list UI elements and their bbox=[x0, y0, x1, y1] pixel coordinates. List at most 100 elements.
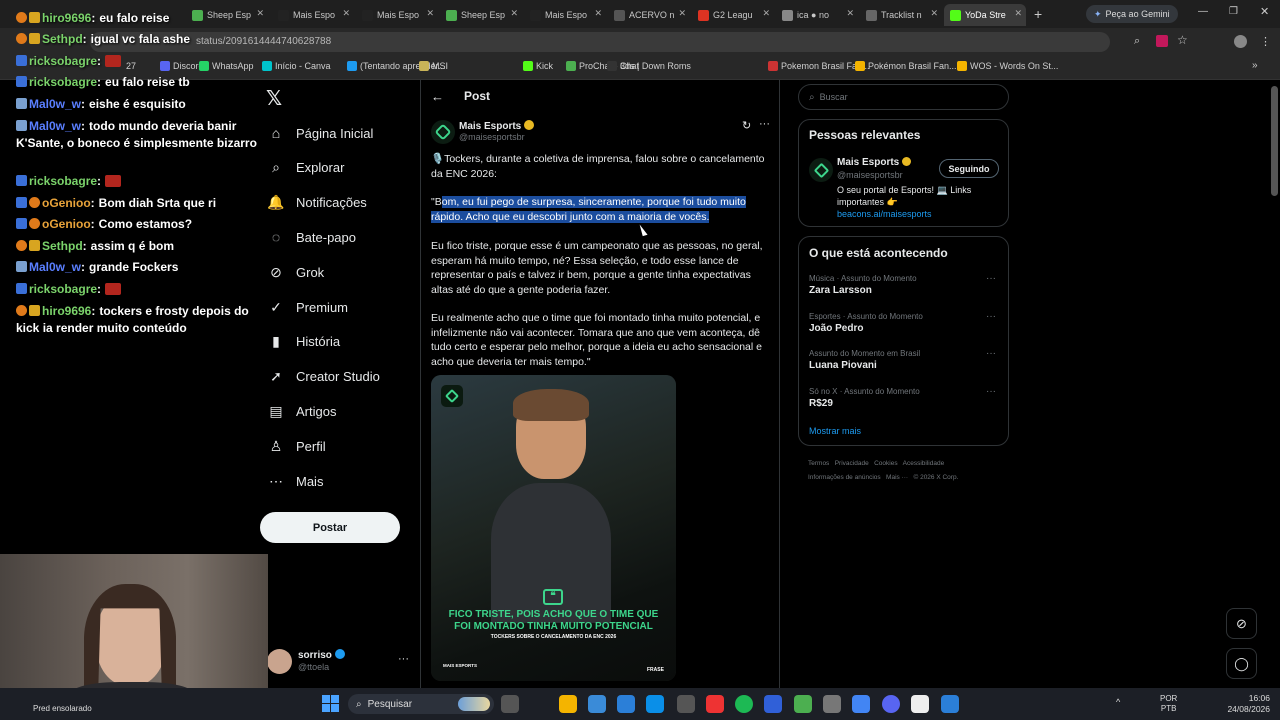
bookmark-star-icon[interactable]: ☆ bbox=[1177, 33, 1188, 47]
post-more-icon[interactable]: ··· bbox=[759, 118, 770, 130]
browser-tab[interactable]: ACERVO n ✕ bbox=[608, 4, 690, 26]
language-indicator[interactable]: POR PTB bbox=[1160, 694, 1177, 714]
chat-username[interactable]: Mal0w_w bbox=[29, 97, 81, 111]
taskbar-file-explorer-icon[interactable] bbox=[559, 695, 577, 713]
chat-username[interactable]: ricksobagre bbox=[29, 75, 97, 89]
zoom-icon[interactable]: ⌕ bbox=[1134, 35, 1140, 48]
rel-link[interactable]: beacons.ai/maisesports bbox=[837, 209, 932, 219]
tab-close-icon[interactable]: ✕ bbox=[594, 8, 602, 19]
nav-item-notifications[interactable]: 🔔 Notificações bbox=[267, 188, 367, 218]
footer-links-2[interactable]: Informações de anúncios Mais ··· © 2026 … bbox=[808, 474, 958, 481]
nav-item-grok[interactable]: ⊘ Grok bbox=[268, 257, 324, 287]
chat-username[interactable]: Sethpd bbox=[42, 32, 83, 46]
taskbar-vlc-icon[interactable] bbox=[764, 695, 782, 713]
back-arrow-icon[interactable]: ← bbox=[431, 89, 444, 104]
profile-avatar[interactable] bbox=[1234, 35, 1247, 48]
trend-name[interactable]: João Pedro bbox=[809, 323, 863, 334]
chat-username[interactable]: Sethpd bbox=[42, 239, 83, 253]
menu-icon[interactable]: ⋮ bbox=[1260, 35, 1271, 48]
bookmark-item[interactable]: Início - Canva bbox=[262, 61, 331, 71]
author-name[interactable]: Mais Esports bbox=[459, 120, 535, 132]
maximize-button[interactable]: ❐ bbox=[1229, 6, 1238, 17]
chat-username[interactable]: Mal0w_w bbox=[29, 119, 81, 133]
following-button[interactable]: Seguindo bbox=[939, 159, 999, 178]
taskbar-teams-icon[interactable] bbox=[941, 695, 959, 713]
chat-username[interactable]: ricksobagre bbox=[29, 174, 97, 188]
messages-float-button[interactable]: ◯ bbox=[1226, 648, 1257, 679]
tab-close-icon[interactable]: ✕ bbox=[678, 8, 686, 19]
account-more-icon[interactable]: ··· bbox=[398, 653, 409, 665]
tab-close-icon[interactable]: ✕ bbox=[426, 8, 434, 19]
x-logo-icon[interactable]: 𝕏 bbox=[266, 86, 282, 110]
browser-tab[interactable]: Sheep Esp ✕ bbox=[440, 4, 522, 26]
nav-item-explore[interactable]: ⌕ Explorar bbox=[268, 153, 344, 183]
bookmarks-more-icon[interactable]: » bbox=[1252, 60, 1258, 71]
taskbar-discord-icon[interactable] bbox=[882, 695, 900, 713]
bookmark-item[interactable]: 3ds | Down Roms bbox=[607, 61, 691, 71]
weather-widget[interactable]: Pred ensolarado bbox=[33, 704, 92, 713]
nav-item-chat[interactable]: ◌ Bate-papo bbox=[268, 222, 356, 252]
nav-item-profile[interactable]: ♙ Perfil bbox=[268, 431, 326, 461]
tab-close-icon[interactable]: ✕ bbox=[1014, 8, 1022, 19]
taskbar-chrome-icon[interactable] bbox=[852, 695, 870, 713]
gemini-button[interactable]: ✦ Peça ao Gemini bbox=[1086, 5, 1178, 23]
show-more-link[interactable]: Mostrar mais bbox=[809, 426, 861, 436]
chat-username[interactable]: ricksobagre bbox=[29, 282, 97, 296]
close-window-button[interactable]: ✕ bbox=[1260, 5, 1269, 18]
browser-tab[interactable]: G2 Leagu ✕ bbox=[692, 4, 774, 26]
taskbar-obs-icon[interactable] bbox=[706, 695, 724, 713]
nav-item-creator-studio[interactable]: ➚ Creator Studio bbox=[268, 362, 380, 392]
chat-username[interactable]: hiro9696 bbox=[42, 304, 91, 318]
search-box[interactable]: ⌕ Buscar bbox=[798, 84, 1009, 110]
chat-username[interactable]: oGenioo bbox=[42, 217, 91, 231]
minimize-button[interactable]: — bbox=[1198, 6, 1208, 17]
start-button[interactable] bbox=[322, 695, 339, 712]
grok-icon[interactable]: ↻ bbox=[742, 119, 751, 132]
trend-more-icon[interactable]: ··· bbox=[986, 273, 996, 284]
tab-close-icon[interactable]: ✕ bbox=[762, 8, 770, 19]
rel-name[interactable]: Mais Esports bbox=[837, 157, 912, 168]
chat-username[interactable]: Mal0w_w bbox=[29, 260, 81, 274]
tab-close-icon[interactable]: ✕ bbox=[510, 8, 518, 19]
grok-float-button[interactable]: ⊘ bbox=[1226, 608, 1257, 639]
taskbar-spotify-icon[interactable] bbox=[735, 695, 753, 713]
bookmark-item[interactable]: Pokémon Brasil Fan... bbox=[855, 61, 957, 71]
chat-username[interactable]: ricksobagre bbox=[29, 54, 97, 68]
chat-username[interactable]: hiro9696 bbox=[42, 11, 91, 25]
trend-more-icon[interactable]: ··· bbox=[986, 311, 996, 322]
nav-item-home[interactable]: ⌂ Página Inicial bbox=[268, 118, 374, 148]
bookmark-item[interactable]: MSI bbox=[419, 61, 448, 71]
trend-name[interactable]: Luana Piovani bbox=[809, 360, 877, 371]
nav-item-premium[interactable]: ✓ Premium bbox=[268, 292, 348, 322]
rel-avatar[interactable] bbox=[809, 158, 833, 182]
trend-name[interactable]: Zara Larsson bbox=[809, 285, 872, 296]
chat-username[interactable]: oGenioo bbox=[42, 196, 91, 210]
taskbar-mail-icon[interactable] bbox=[677, 695, 695, 713]
browser-tab[interactable]: Mais Espo ✕ bbox=[356, 4, 438, 26]
browser-tab[interactable]: Mais Espo ✕ bbox=[272, 4, 354, 26]
extension-icon[interactable] bbox=[1156, 35, 1168, 47]
browser-tab[interactable]: YoDa Stre ✕ bbox=[944, 4, 1026, 26]
trend-more-icon[interactable]: ··· bbox=[986, 348, 996, 359]
bookmark-item[interactable]: Kick bbox=[523, 61, 553, 71]
browser-tab[interactable]: Mais Espo ✕ bbox=[524, 4, 606, 26]
new-tab-button[interactable]: + bbox=[1034, 6, 1042, 22]
browser-tab[interactable]: Tracklist n ✕ bbox=[860, 4, 942, 26]
taskbar-edge-icon[interactable] bbox=[617, 695, 635, 713]
author-avatar[interactable] bbox=[431, 120, 455, 144]
trend-more-icon[interactable]: ··· bbox=[986, 386, 996, 397]
nav-item-history[interactable]: ▮ História bbox=[268, 327, 340, 357]
taskbar-capcut-icon[interactable] bbox=[911, 695, 929, 713]
taskbar-app-icon[interactable] bbox=[823, 695, 841, 713]
nav-item-more[interactable]: ⋯ Mais bbox=[268, 466, 323, 496]
footer-links[interactable]: Termos Privacidade Cookies Acessibilidad… bbox=[808, 460, 944, 467]
bookmark-item[interactable]: WOS - Words On St... bbox=[957, 61, 1058, 71]
scrollbar[interactable] bbox=[1271, 86, 1278, 196]
tab-close-icon[interactable]: ✕ bbox=[846, 8, 854, 19]
tab-close-icon[interactable]: ✕ bbox=[342, 8, 350, 19]
tab-close-icon[interactable]: ✕ bbox=[930, 8, 938, 19]
taskbar-xbox-icon[interactable] bbox=[794, 695, 812, 713]
post-button[interactable]: Postar bbox=[260, 512, 400, 543]
taskbar-copilot-icon[interactable] bbox=[588, 695, 606, 713]
taskbar-task-view-icon[interactable] bbox=[501, 695, 519, 713]
